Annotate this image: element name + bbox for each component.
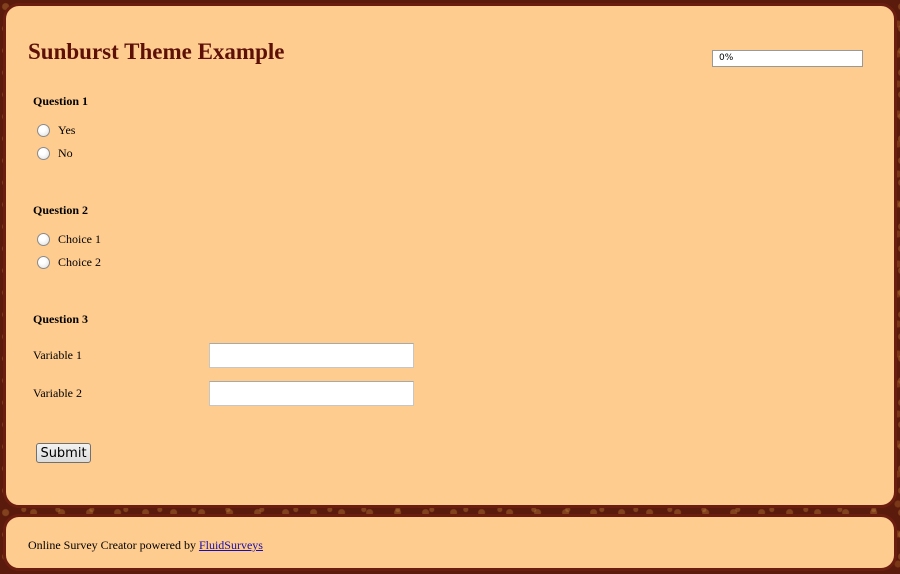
option-label: Choice 2 xyxy=(58,254,101,269)
radio-button-icon[interactable] xyxy=(37,123,50,137)
question-2-option-choice-2[interactable]: Choice 2 xyxy=(37,254,101,270)
question-1-option-no[interactable]: No xyxy=(37,145,73,161)
question-2-title: Question 2 xyxy=(33,203,89,217)
footer: Online Survey Creator powered by FluidSu… xyxy=(28,538,263,553)
footer-panel: Online Survey Creator powered by FluidSu… xyxy=(3,514,897,571)
variable-1-input[interactable] xyxy=(209,343,414,368)
progress-text: 0% xyxy=(719,53,734,63)
question-3-title: Question 3 xyxy=(33,312,89,326)
option-label: Choice 1 xyxy=(58,231,101,246)
question-2-option-choice-1[interactable]: Choice 1 xyxy=(37,231,101,247)
footer-text: Online Survey Creator powered by xyxy=(28,538,199,552)
fluidsurveys-link[interactable]: FluidSurveys xyxy=(199,538,263,552)
submit-button[interactable]: Submit xyxy=(36,443,91,463)
question-1-title: Question 1 xyxy=(33,94,89,108)
variable-2-label: Variable 2 xyxy=(33,386,82,400)
survey-title: Sunburst Theme Example xyxy=(28,39,285,64)
option-label: No xyxy=(58,145,73,160)
survey-panel: Sunburst Theme Example 0% Question 1 Yes… xyxy=(3,3,897,508)
progress-bar: 0% xyxy=(712,50,863,67)
radio-button-icon[interactable] xyxy=(37,255,50,269)
option-label: Yes xyxy=(58,122,76,137)
radio-button-icon[interactable] xyxy=(37,146,50,160)
variable-2-input[interactable] xyxy=(209,381,414,406)
question-1-option-yes[interactable]: Yes xyxy=(37,122,75,138)
radio-button-icon[interactable] xyxy=(37,232,50,246)
variable-1-label: Variable 1 xyxy=(33,348,82,362)
